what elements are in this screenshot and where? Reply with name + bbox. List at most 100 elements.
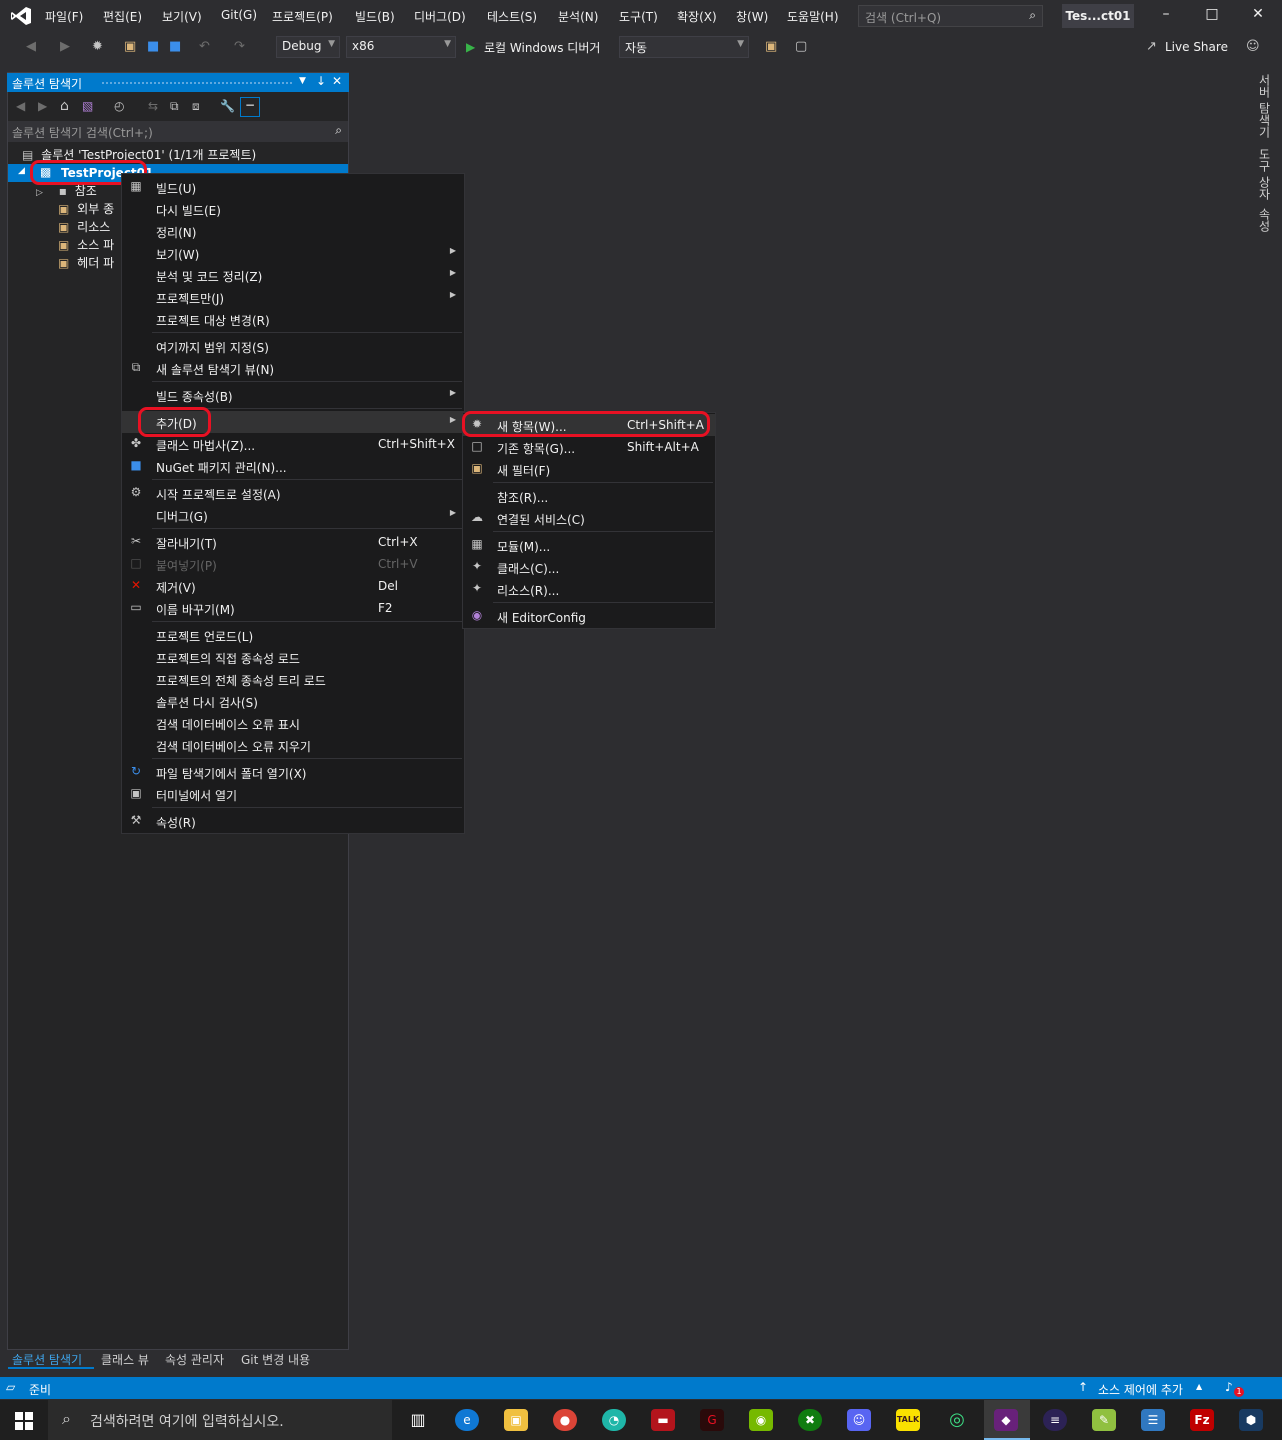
menu-item-rescan[interactable]: 솔루션 다시 검사(S) [122, 690, 464, 712]
expanded-triangle-icon[interactable]: ◢ [18, 166, 25, 176]
red-app-icon[interactable]: ▬ [651, 1409, 675, 1431]
new-project-icon[interactable]: ✹ [92, 39, 103, 54]
save-all-icon[interactable]: ■ [169, 39, 181, 54]
close-panel-icon[interactable]: ✕ [332, 74, 342, 88]
menu-item-show-db-errors[interactable]: 검색 데이터베이스 오류 표시 [122, 712, 464, 734]
menu-analyze[interactable]: 분석(N) [558, 8, 598, 25]
search-input[interactable]: 검색 (Ctrl+Q) ⌕ [858, 5, 1043, 27]
close-icon[interactable]: ✕ [1246, 6, 1270, 26]
submenu-item-existing-item[interactable]: □ 기존 항목(G)... Shift+Alt+A [463, 436, 715, 458]
submenu-item-new-filter[interactable]: ▣ 새 필터(F) [463, 458, 715, 480]
tree-item-headers[interactable]: ▣ 헤더 파 [58, 254, 114, 271]
g-app-icon[interactable]: G [700, 1409, 724, 1431]
show-all-icon[interactable]: ⧈ [192, 99, 200, 114]
menu-item-view[interactable]: 보기(W) ▶ [122, 242, 464, 264]
menu-item-unload[interactable]: 프로젝트 언로드(L) [122, 624, 464, 646]
screenshot-icon[interactable]: ▢ [795, 39, 807, 54]
menu-item-cut[interactable]: ✂ 잘라내기(T) Ctrl+X [122, 531, 464, 553]
menu-item-open-terminal[interactable]: ▣ 터미널에서 열기 [122, 783, 464, 805]
maximize-icon[interactable]: □ [1200, 6, 1224, 26]
menu-item-remove[interactable]: ✕ 제거(V) Del [122, 575, 464, 597]
visual-studio-icon[interactable]: ◆ [994, 1409, 1018, 1431]
notification-bell-icon[interactable]: ♪ [1225, 1380, 1233, 1394]
taskbar-search-input[interactable]: ⌕ 검색하려면 여기에 입력하십시오. [48, 1400, 392, 1440]
config-select[interactable]: Debug ▼ [276, 36, 340, 58]
menu-item-analyze[interactable]: 분석 및 코드 정리(Z) ▶ [122, 264, 464, 286]
teal-app-icon[interactable]: ◔ [602, 1409, 626, 1431]
menu-item-debug[interactable]: 디버그(G) ▶ [122, 504, 464, 526]
tab-class-view[interactable]: 클래스 뷰 [101, 1351, 149, 1368]
submenu-item-class[interactable]: ✦ 클래스(C)... [463, 556, 715, 578]
task-view-icon[interactable]: ▥ [406, 1409, 430, 1431]
forward-icon[interactable]: ▶ [60, 39, 70, 54]
menu-item-clean[interactable]: 정리(N) [122, 220, 464, 242]
menu-git[interactable]: Git(G) [221, 8, 257, 22]
feedback-icon[interactable]: ☺ [1246, 39, 1260, 54]
menu-item-set-startup[interactable]: ⚙ 시작 프로젝트로 설정(A) [122, 482, 464, 504]
sync-icon[interactable]: ⇆ [148, 99, 158, 113]
eclipse-icon[interactable]: ≡ [1043, 1409, 1067, 1431]
browse-folder-icon[interactable]: ▣ [765, 39, 777, 54]
filezilla-icon[interactable]: Fz [1190, 1409, 1214, 1431]
notepad-plus-icon[interactable]: ✎ [1092, 1409, 1116, 1431]
collapse-icon[interactable]: ⧉ [170, 99, 179, 114]
live-share-icon[interactable]: ↗ [1146, 39, 1157, 54]
menu-help[interactable]: 도움말(H) [787, 8, 839, 25]
submenu-item-module[interactable]: ▦ 모듈(M)... [463, 534, 715, 556]
tab-server-explorer[interactable]: 서버 탐색기 [1256, 74, 1273, 138]
tab-toolbox[interactable]: 도구 상자 [1256, 148, 1273, 200]
minimize-icon[interactable]: – [1154, 6, 1178, 26]
discord-icon[interactable]: ☺ [847, 1409, 871, 1431]
add-source-control-button[interactable]: 소스 제어에 추가 [1098, 1381, 1183, 1398]
forward-icon[interactable]: ▶ [38, 99, 47, 113]
virtualbox-icon[interactable]: ⬢ [1239, 1409, 1263, 1431]
tab-properties[interactable]: 속성 [1256, 208, 1273, 232]
menu-item-retarget[interactable]: 프로젝트 대상 변경(R) [122, 308, 464, 330]
windows-start-icon[interactable] [15, 1412, 33, 1430]
play-icon[interactable]: ▶ [466, 40, 475, 54]
menu-file[interactable]: 파일(F) [45, 8, 83, 25]
tab-property-manager[interactable]: 속성 관리자 [165, 1351, 224, 1368]
menu-view[interactable]: 보기(V) [162, 8, 202, 25]
panel-dropdown-icon[interactable]: ▼ [299, 76, 306, 86]
menu-test[interactable]: 테스트(S) [487, 8, 537, 25]
menu-project[interactable]: 프로젝트(P) [272, 8, 333, 25]
save-icon[interactable]: ■ [147, 39, 159, 54]
home-icon[interactable]: ⌂ [60, 98, 69, 114]
redo-icon[interactable]: ↷ [234, 39, 245, 54]
xbox-icon[interactable]: ✖ [798, 1409, 822, 1431]
submenu-item-reference[interactable]: 참조(R)... [463, 485, 715, 507]
menu-item-rename[interactable]: ▭ 이름 바꾸기(M) F2 [122, 597, 464, 619]
platform-select[interactable]: x86 ▼ [346, 36, 456, 58]
wrench-icon[interactable]: 🔧 [220, 99, 235, 113]
submenu-item-connected-service[interactable]: ☁ 연결된 서비스(C) [463, 507, 715, 529]
open-folder-icon[interactable]: ▣ [124, 39, 136, 54]
live-share-button[interactable]: Live Share [1165, 40, 1228, 54]
collapsed-triangle-icon[interactable]: ▷ [36, 188, 43, 198]
menu-item-paste[interactable]: □ 붙여넣기(P) Ctrl+V [122, 553, 464, 575]
menu-extensions[interactable]: 확장(X) [677, 8, 717, 25]
network-app-icon[interactable]: ☰ [1141, 1409, 1165, 1431]
file-explorer-icon[interactable]: ▣ [504, 1409, 528, 1431]
nvidia-icon[interactable]: ◉ [749, 1409, 773, 1431]
menu-item-nuget[interactable]: ■ NuGet 패키지 관리(N)... [122, 455, 464, 477]
menu-item-load-direct[interactable]: 프로젝트의 직접 종속성 로드 [122, 646, 464, 668]
tree-item-sources[interactable]: ▣ 소스 파 [58, 236, 114, 253]
undo-icon[interactable]: ↶ [199, 39, 210, 54]
menu-item-build-deps[interactable]: 빌드 종속성(B) ▶ [122, 384, 464, 406]
run-mode-select[interactable]: 자동 ▼ [619, 36, 749, 58]
chrome-icon[interactable]: ● [553, 1409, 577, 1431]
menu-item-open-folder[interactable]: ↻ 파일 탐색기에서 폴더 열기(X) [122, 761, 464, 783]
menu-item-scope[interactable]: 여기까지 범위 지정(S) [122, 335, 464, 357]
menu-edit[interactable]: 편집(E) [103, 8, 142, 25]
kakaotalk-icon[interactable]: TALK [896, 1409, 920, 1431]
menu-item-rebuild[interactable]: 다시 빌드(E) [122, 198, 464, 220]
menu-tools[interactable]: 도구(T) [619, 8, 658, 25]
menu-item-properties[interactable]: ⚒ 속성(R) [122, 810, 464, 832]
preview-icon[interactable]: − [240, 97, 260, 117]
switch-view-icon[interactable]: ▧ [82, 99, 93, 113]
menu-item-build[interactable]: ▦ 빌드(U) [122, 176, 464, 198]
green-app-icon[interactable]: ◎ [945, 1409, 969, 1431]
edge-icon[interactable]: e [455, 1409, 479, 1431]
history-icon[interactable]: ◴ [114, 99, 124, 113]
